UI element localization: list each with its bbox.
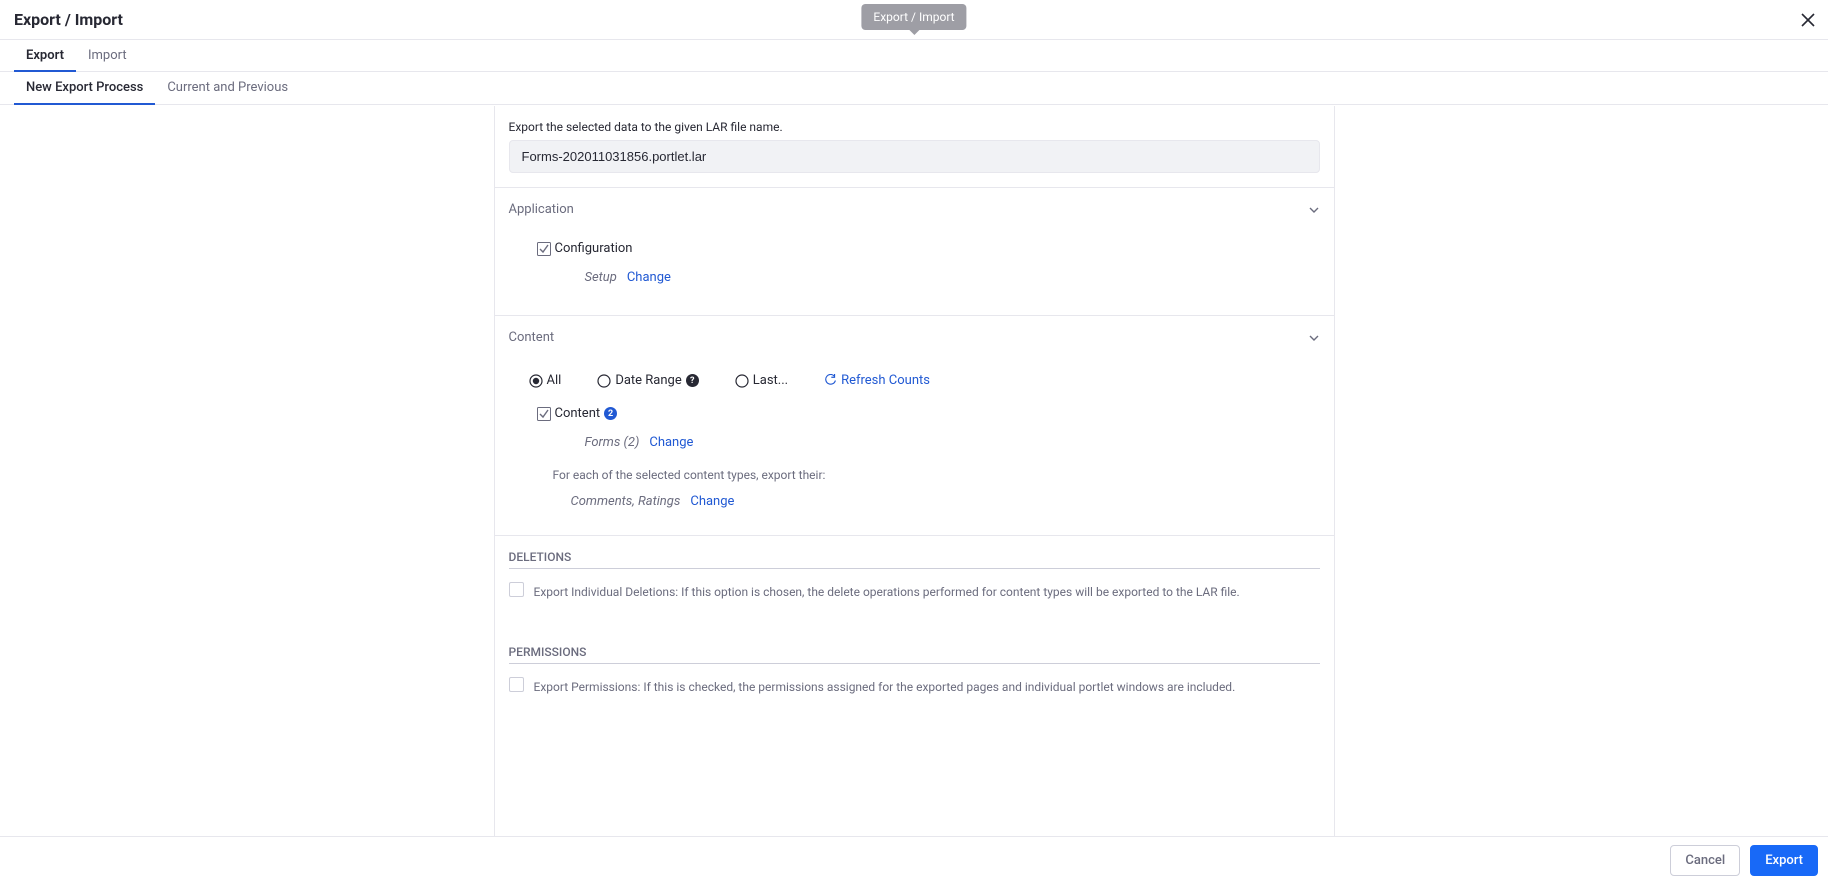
export-description: Export the selected data to the given LA… bbox=[509, 120, 1320, 134]
export-permissions-label: Export Permissions: If this is checked, … bbox=[534, 678, 1236, 696]
radio-unselected-icon bbox=[735, 374, 749, 388]
refresh-counts-link[interactable]: Refresh Counts bbox=[824, 373, 930, 388]
tab-current-previous[interactable]: Current and Previous bbox=[155, 72, 300, 105]
radio-all[interactable]: All bbox=[529, 373, 562, 388]
content-label: Content bbox=[555, 406, 601, 421]
page-title: Export / Import bbox=[14, 10, 123, 29]
content-count-badge: 2 bbox=[604, 407, 617, 420]
configuration-label: Configuration bbox=[555, 241, 633, 256]
content-section-header[interactable]: Content bbox=[495, 315, 1334, 359]
configuration-checkbox[interactable] bbox=[537, 242, 551, 256]
deletions-heading: DELETIONS bbox=[509, 550, 1320, 569]
content-header-label: Content bbox=[509, 330, 555, 345]
radio-unselected-icon bbox=[597, 374, 611, 388]
forms-change-link[interactable]: Change bbox=[649, 435, 693, 450]
content-checkbox[interactable] bbox=[537, 407, 551, 421]
radio-selected-icon bbox=[529, 374, 543, 388]
export-button[interactable]: Export bbox=[1750, 845, 1818, 876]
tooltip: Export / Import bbox=[861, 4, 966, 30]
chevron-down-icon bbox=[1308, 332, 1320, 344]
date-range-info-icon[interactable]: ? bbox=[686, 374, 699, 387]
close-button[interactable] bbox=[1796, 8, 1820, 32]
close-icon bbox=[1800, 12, 1816, 28]
radio-last[interactable]: Last... bbox=[735, 373, 788, 388]
export-permissions-checkbox[interactable] bbox=[509, 677, 524, 692]
setup-label: Setup bbox=[585, 270, 617, 285]
content-help-text: For each of the selected content types, … bbox=[553, 468, 1320, 482]
setup-change-link[interactable]: Change bbox=[627, 270, 671, 285]
refresh-icon bbox=[824, 374, 837, 387]
tab-export[interactable]: Export bbox=[14, 40, 76, 72]
application-header-label: Application bbox=[509, 202, 574, 217]
application-section-header[interactable]: Application bbox=[495, 187, 1334, 231]
radio-date-range[interactable]: Date Range ? bbox=[597, 373, 698, 388]
cancel-button[interactable]: Cancel bbox=[1670, 845, 1740, 876]
comments-ratings-label: Comments, Ratings bbox=[571, 494, 681, 509]
tab-import[interactable]: Import bbox=[76, 40, 139, 72]
filename-input[interactable] bbox=[509, 140, 1320, 173]
export-deletions-checkbox[interactable] bbox=[509, 582, 524, 597]
permissions-heading: PERMISSIONS bbox=[509, 645, 1320, 664]
chevron-down-icon bbox=[1308, 204, 1320, 216]
primary-tabs: Export Import bbox=[0, 40, 1828, 72]
tab-new-export-process[interactable]: New Export Process bbox=[14, 72, 155, 105]
secondary-tabs: New Export Process Current and Previous bbox=[0, 72, 1828, 105]
export-deletions-label: Export Individual Deletions: If this opt… bbox=[534, 583, 1240, 601]
comments-change-link[interactable]: Change bbox=[690, 494, 734, 509]
forms-label: Forms (2) bbox=[585, 435, 640, 450]
